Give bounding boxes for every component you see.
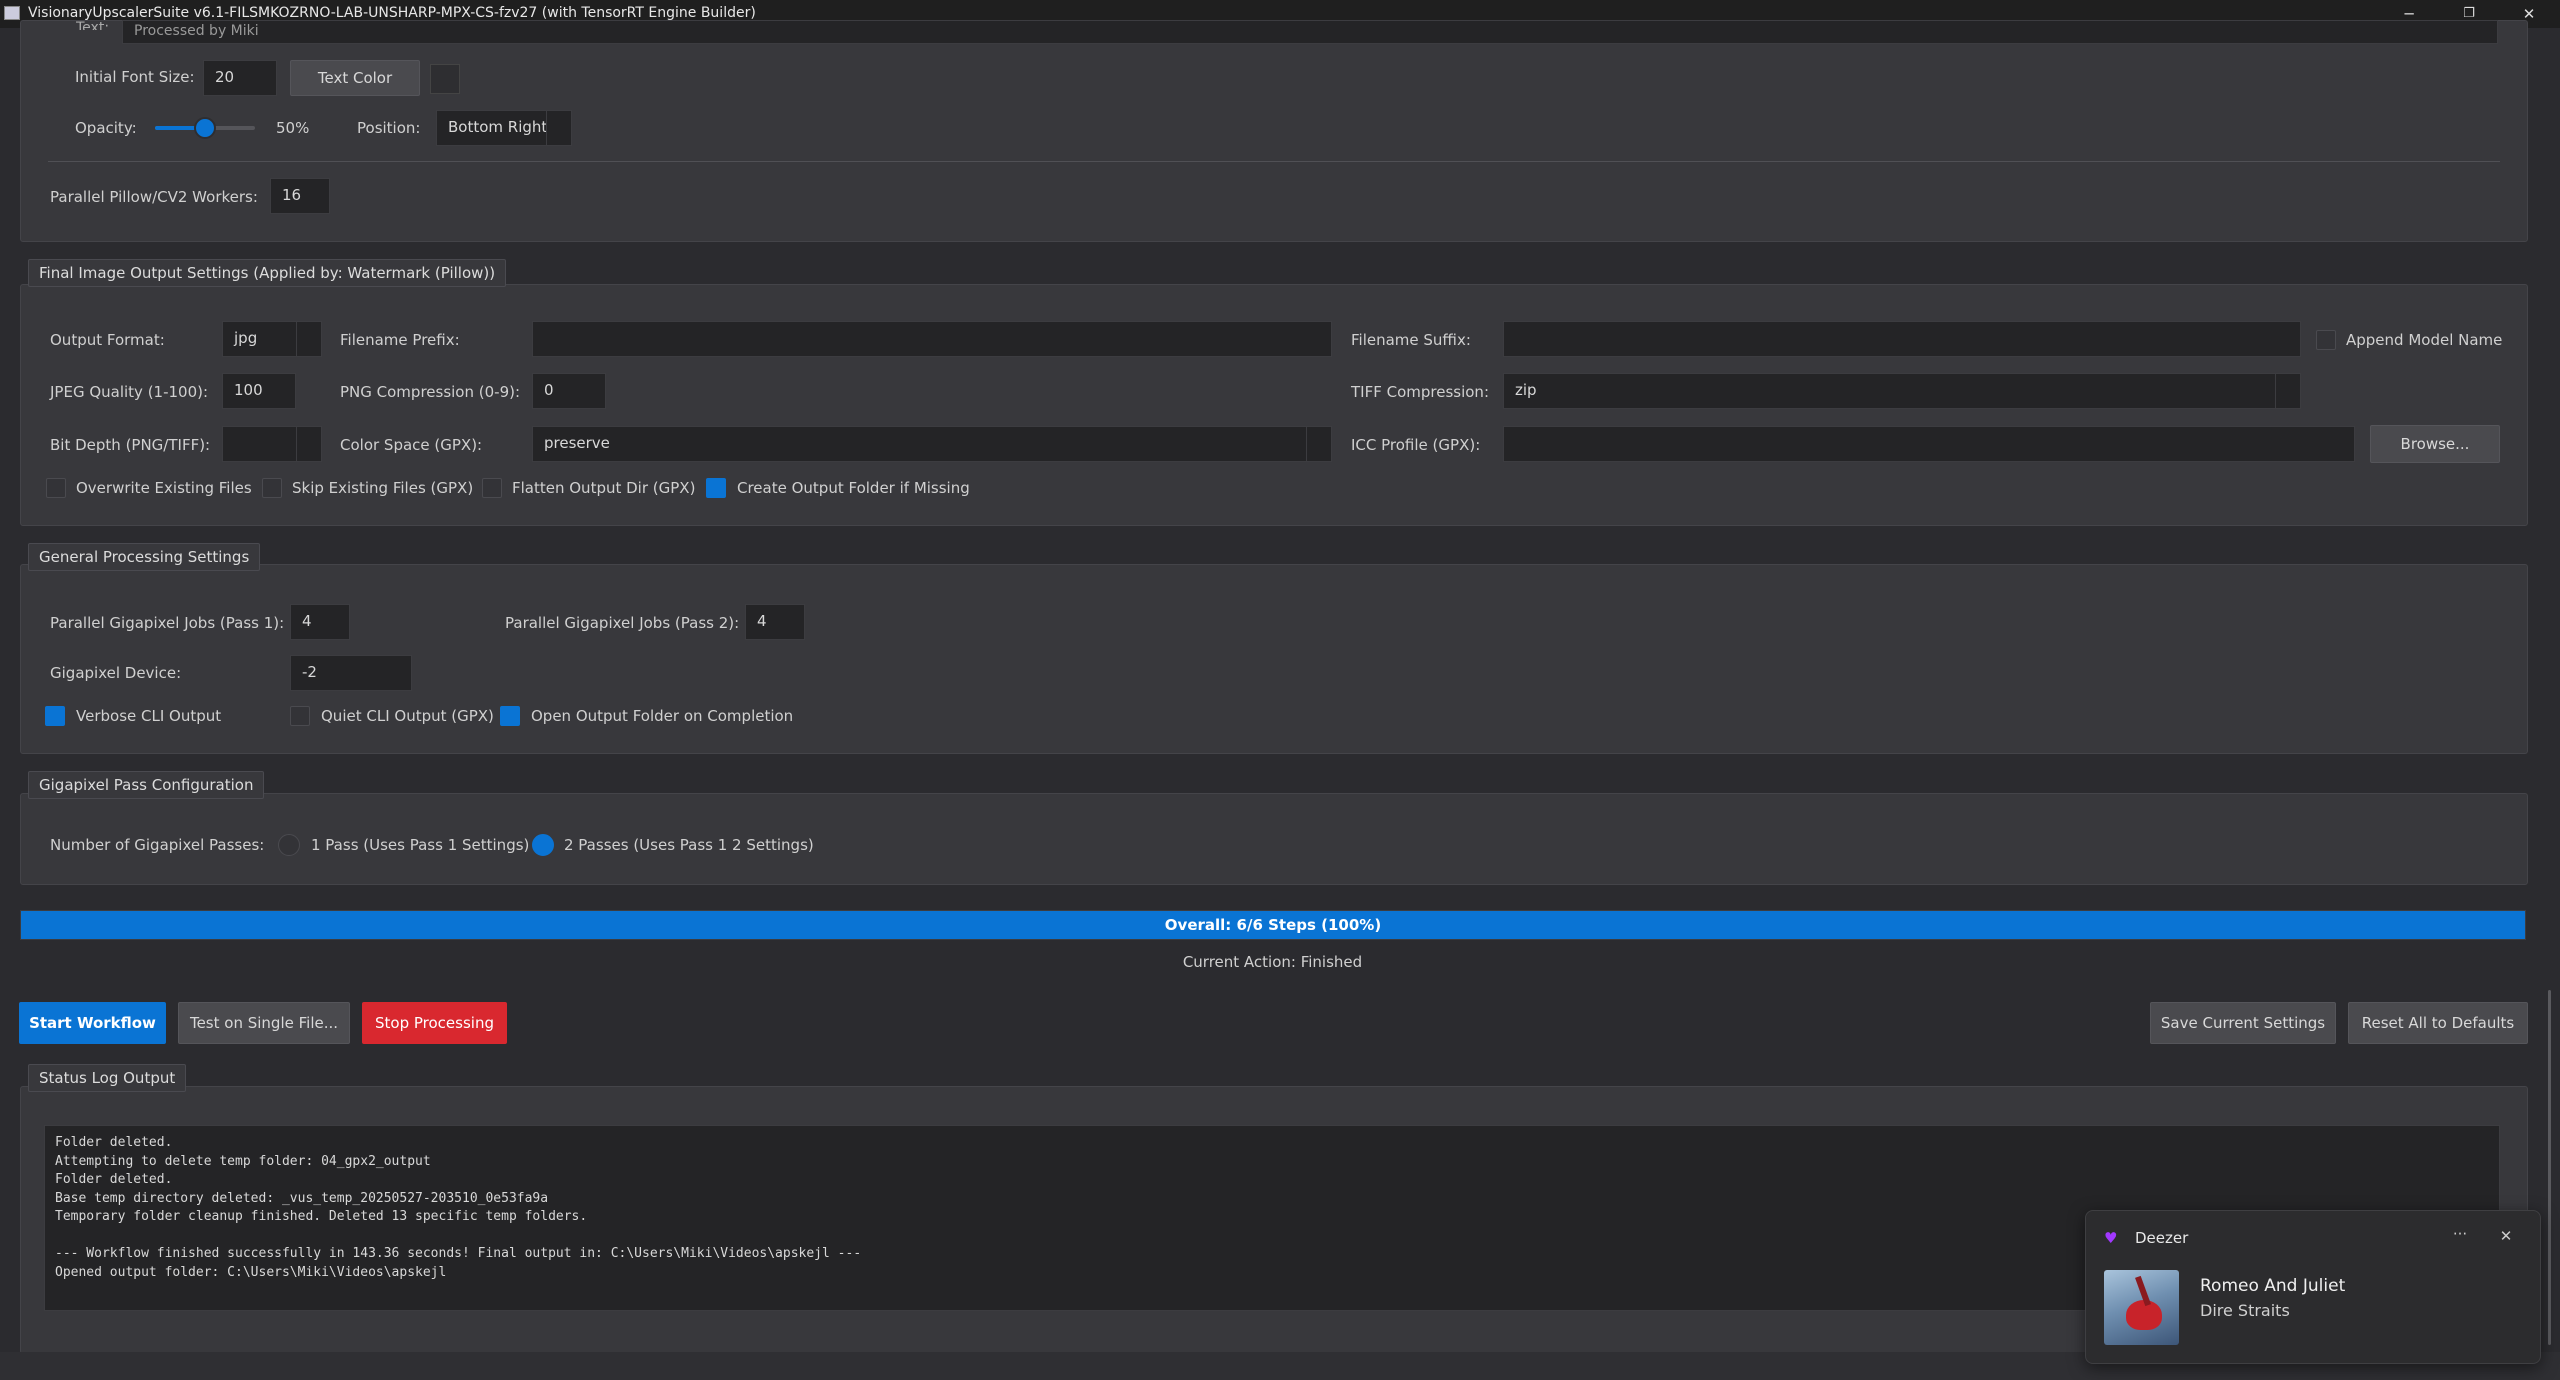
png-compression-label: PNG Compression (0-9):	[340, 383, 521, 401]
reset-defaults-button[interactable]: Reset All to Defaults	[2348, 1002, 2528, 1044]
output-format-label: Output Format:	[50, 331, 165, 349]
skip-existing-checkbox[interactable]	[262, 478, 282, 498]
jobs-pass1-input[interactable]: 4	[290, 604, 350, 640]
filename-suffix-input[interactable]	[1503, 321, 2301, 357]
bit-depth-label: Bit Depth (PNG/TIFF):	[50, 436, 211, 454]
skip-existing-label: Skip Existing Files (GPX)	[292, 479, 474, 497]
tiff-compression-select[interactable]: zip	[1503, 373, 2301, 409]
vertical-scrollbar[interactable]	[2548, 990, 2551, 1345]
position-label: Position:	[357, 119, 421, 137]
overwrite-checkbox[interactable]	[46, 478, 66, 498]
log-legend: Status Log Output	[28, 1064, 187, 1092]
jobs-pass2-input[interactable]: 4	[745, 604, 805, 640]
watermark-text-field[interactable]: Processed by Miki	[122, 20, 2498, 44]
chevron-down-icon	[296, 322, 321, 356]
device-label: Gigapixel Device:	[50, 664, 182, 682]
verbose-label: Verbose CLI Output	[76, 707, 222, 725]
filename-suffix-label: Filename Suffix:	[1351, 331, 1471, 349]
verbose-checkbox[interactable]	[45, 706, 65, 726]
album-art	[2104, 1270, 2179, 1345]
icc-profile-label: ICC Profile (GPX):	[1351, 436, 1481, 454]
test-single-file-button[interactable]: Test on Single File...	[178, 1002, 350, 1044]
append-model-label: Append Model Name	[2346, 331, 2503, 349]
color-space-value: preserve	[544, 434, 610, 452]
opacity-value: 50%	[276, 119, 310, 137]
color-space-label: Color Space (GPX):	[340, 436, 483, 454]
text-color-swatch[interactable]	[430, 64, 460, 94]
divider	[48, 161, 2500, 162]
tiff-compression-value: zip	[1515, 381, 1537, 399]
one-pass-radio[interactable]	[278, 834, 300, 856]
jobs-pass2-label: Parallel Gigapixel Jobs (Pass 2):	[505, 614, 740, 632]
close-icon[interactable]: ✕	[2492, 1227, 2520, 1245]
start-workflow-button[interactable]: Start Workflow	[19, 1002, 166, 1044]
chevron-down-icon	[546, 111, 571, 145]
workers-input[interactable]: 16	[270, 178, 330, 214]
font-size-label: Initial Font Size:	[75, 68, 195, 86]
chevron-down-icon	[1306, 427, 1331, 461]
overwrite-label: Overwrite Existing Files	[76, 479, 252, 497]
open-folder-label: Open Output Folder on Completion	[531, 707, 794, 725]
font-size-input[interactable]: 20	[203, 60, 277, 96]
overall-progress-bar: Overall: 6/6 Steps (100%)	[20, 910, 2526, 940]
progress-text: Overall: 6/6 Steps (100%)	[1164, 916, 1382, 934]
chevron-down-icon	[296, 427, 321, 461]
color-space-select[interactable]: preserve	[532, 426, 1332, 462]
append-model-checkbox[interactable]	[2316, 330, 2336, 350]
one-pass-label: 1 Pass (Uses Pass 1 Settings)	[311, 836, 530, 854]
tiff-compression-label: TIFF Compression:	[1351, 383, 1489, 401]
jpeg-quality-input[interactable]: 100	[222, 373, 296, 409]
current-action-label: Current Action: Finished	[1182, 953, 1363, 971]
create-folder-label: Create Output Folder if Missing	[737, 479, 970, 497]
pass-count-label: Number of Gigapixel Passes:	[50, 836, 265, 854]
two-pass-radio[interactable]	[532, 834, 554, 856]
filename-prefix-input[interactable]	[532, 321, 1332, 357]
chevron-down-icon	[2275, 374, 2300, 408]
output-format-value: jpg	[234, 329, 258, 347]
general-settings-legend: General Processing Settings	[28, 543, 261, 571]
jobs-pass1-label: Parallel Gigapixel Jobs (Pass 1):	[50, 614, 285, 632]
app-icon	[4, 6, 20, 20]
more-options-icon[interactable]: ···	[2442, 1225, 2478, 1243]
position-select-value: Bottom Right	[448, 118, 548, 136]
save-settings-button[interactable]: Save Current Settings	[2150, 1002, 2336, 1044]
text-color-button[interactable]: Text Color	[290, 60, 420, 96]
position-select[interactable]: Bottom Right	[436, 110, 572, 146]
create-folder-checkbox[interactable]	[706, 478, 726, 498]
artist-name: Dire Straits	[2200, 1301, 2290, 1320]
opacity-label: Opacity:	[75, 119, 137, 137]
device-input[interactable]: -2	[290, 655, 412, 691]
heart-icon: ♥	[2104, 1229, 2118, 1247]
window-title: VisionaryUpscalerSuite v6.1-FILSMKOZRNO-…	[28, 5, 756, 21]
opacity-slider[interactable]	[155, 117, 255, 139]
png-compression-input[interactable]: 0	[532, 373, 606, 409]
output-format-select[interactable]: jpg	[222, 321, 322, 357]
two-pass-label: 2 Passes (Uses Pass 1 2 Settings)	[564, 836, 814, 854]
filename-prefix-label: Filename Prefix:	[340, 331, 460, 349]
workers-label: Parallel Pillow/CV2 Workers:	[50, 188, 258, 206]
media-notification[interactable]: ♥ Deezer ··· ✕ Romeo And Juliet Dire Str…	[2085, 1210, 2541, 1364]
icc-profile-input[interactable]	[1503, 426, 2355, 462]
flatten-label: Flatten Output Dir (GPX)	[512, 479, 696, 497]
notification-app-name: Deezer	[2135, 1229, 2189, 1247]
jpeg-quality-label: JPEG Quality (1-100):	[50, 383, 209, 401]
open-folder-checkbox[interactable]	[500, 706, 520, 726]
pass-config-legend: Gigapixel Pass Configuration	[28, 771, 265, 799]
bit-depth-select[interactable]	[222, 426, 322, 462]
stop-processing-button[interactable]: Stop Processing	[362, 1002, 507, 1044]
song-title: Romeo And Juliet	[2200, 1276, 2346, 1296]
quiet-checkbox[interactable]	[290, 706, 310, 726]
browse-button[interactable]: Browse...	[2370, 425, 2500, 463]
output-settings-legend: Final Image Output Settings (Applied by:…	[28, 259, 507, 287]
opacity-slider-handle[interactable]	[194, 117, 216, 139]
flatten-checkbox[interactable]	[482, 478, 502, 498]
quiet-label: Quiet CLI Output (GPX)	[321, 707, 494, 725]
